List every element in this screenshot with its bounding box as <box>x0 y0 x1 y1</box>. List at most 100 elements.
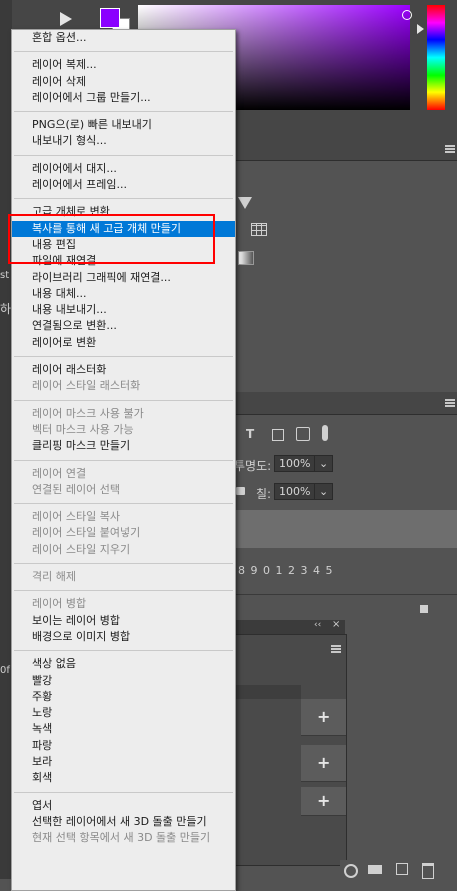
shape-filter-icon[interactable] <box>272 429 284 441</box>
menu-item[interactable]: 레이어에서 프레임... <box>12 177 235 193</box>
menu-item[interactable]: 색상 없음 <box>12 656 235 672</box>
folder-icon[interactable] <box>368 865 382 874</box>
menu-item[interactable]: 클리핑 마스크 만들기 <box>12 438 235 454</box>
filter-toggle-icon[interactable] <box>322 425 328 441</box>
panel-menu-icon[interactable] <box>445 399 455 407</box>
menu-separator <box>14 503 233 505</box>
opacity-label: 투명도: <box>234 459 272 473</box>
fill-dropdown[interactable]: ⌄ <box>314 483 334 500</box>
menu-item[interactable]: 내보내기 형식... <box>12 133 235 149</box>
collapse-icon[interactable]: ‹‹ <box>314 620 321 630</box>
hue-slider[interactable] <box>427 5 445 110</box>
layers-bottom-toolbar <box>340 860 457 879</box>
fill-label: 칠: <box>256 487 272 501</box>
gradient-icon[interactable] <box>238 251 254 265</box>
new-layer-icon[interactable] <box>396 863 408 875</box>
add-row[interactable]: + <box>301 699 346 736</box>
layers-panel-header <box>234 392 457 415</box>
layers-panel-filters: T 투명도: 100% ⌄ 칠: 100% ⌄ <box>234 415 457 515</box>
menu-item[interactable]: 레이어 삭제 <box>12 74 235 90</box>
menu-item[interactable]: 연결됨으로 변환... <box>12 318 235 334</box>
left-fragment-text: 0f <box>0 665 10 676</box>
text-filter-icon[interactable]: T <box>246 427 254 441</box>
panel-menu-icon[interactable] <box>331 645 341 653</box>
menu-item[interactable]: 보라 <box>12 754 235 770</box>
highlight-annotation <box>8 214 215 264</box>
menu-item[interactable]: 레이어에서 대지... <box>12 161 235 177</box>
menu-separator <box>14 198 233 200</box>
layer-row[interactable]: 8 9 0 1 2 3 4 5 <box>234 548 457 594</box>
close-icon[interactable]: × <box>332 619 340 630</box>
plus-icon[interactable]: + <box>317 791 330 810</box>
panel-menu-icon[interactable] <box>445 145 455 153</box>
menu-item[interactable]: 내용 대체... <box>12 286 235 302</box>
menu-separator <box>14 791 233 793</box>
menu-separator <box>14 154 233 156</box>
menu-separator <box>14 650 233 652</box>
opacity-dropdown[interactable]: ⌄ <box>314 455 334 472</box>
menu-item[interactable]: 녹색 <box>12 721 235 737</box>
menu-separator <box>14 590 233 592</box>
menu-separator <box>14 399 233 401</box>
triangle-icon[interactable] <box>238 197 252 209</box>
menu-item[interactable]: 선택한 레이어에서 새 3D 돌출 만들기 <box>12 814 235 830</box>
opacity-input[interactable]: 100% <box>274 455 316 472</box>
menu-item[interactable]: 회색 <box>12 770 235 786</box>
menu-item: 벡터 마스크 사용 가능 <box>32 422 134 436</box>
menu-item[interactable]: 레이어로 변환 <box>12 335 235 351</box>
menu-item: 레이어 마스크 사용 불가 <box>32 406 144 420</box>
menu-item: 레이어 스타일 복사 <box>32 510 120 524</box>
panel-column-header <box>235 685 301 699</box>
menu-item[interactable]: PNG으(로) 빠른 내보내기 <box>12 117 235 133</box>
trash-icon[interactable] <box>422 863 434 879</box>
menu-item[interactable]: 파랑 <box>12 738 235 754</box>
add-row[interactable]: + <box>301 745 346 782</box>
play-icon[interactable] <box>60 12 72 26</box>
menu-item[interactable]: 레이어에서 그룹 만들기... <box>12 90 235 106</box>
menu-item[interactable]: 엽서 <box>12 798 235 814</box>
menu-item[interactable]: 내용 내보내기... <box>12 302 235 318</box>
foreground-color-swatch[interactable] <box>100 8 120 28</box>
plus-icon[interactable]: + <box>317 707 330 726</box>
adjustment-layer-icon[interactable] <box>344 864 358 878</box>
menu-separator <box>14 356 233 358</box>
menu-item[interactable]: 배경으로 이미지 병합 <box>12 629 235 645</box>
color-picker-cursor[interactable] <box>402 10 412 20</box>
plus-icon[interactable]: + <box>317 753 330 772</box>
properties-panel-header <box>234 138 457 161</box>
menu-item[interactable]: 혼합 옵션... <box>12 30 235 46</box>
menu-item: 레이어 연결 <box>32 466 87 480</box>
menu-separator <box>14 111 233 113</box>
left-fragment-text: st <box>0 270 10 281</box>
grid-icon[interactable] <box>251 223 267 236</box>
menu-item: 현재 선택 항목에서 새 3D 돌출 만들기 <box>32 831 211 845</box>
add-row[interactable]: + <box>301 787 346 816</box>
menu-separator <box>14 459 233 461</box>
menu-item: 레이어 병합 <box>32 597 87 611</box>
menu-item[interactable]: 레이어 복제... <box>12 57 235 73</box>
smart-object-filter-icon[interactable] <box>296 427 310 441</box>
menu-separator <box>14 51 233 53</box>
menu-item: 연결된 레이어 선택 <box>32 482 120 496</box>
left-fragment-text: 하 <box>0 302 12 316</box>
menu-item: 격리 해제 <box>32 570 76 584</box>
hue-slider-handle[interactable] <box>417 24 424 34</box>
layer-context-menu: 혼합 옵션... 레이어 복제... 레이어 삭제 레이어에서 그룹 만들기... PN… <box>11 29 236 891</box>
properties-panel-body <box>234 161 457 383</box>
floating-panel-body: + + + <box>234 634 347 866</box>
menu-item[interactable]: 주황 <box>12 689 235 705</box>
fill-input[interactable]: 100% <box>274 483 316 500</box>
menu-item[interactable]: 레이어 래스터화 <box>12 362 235 378</box>
lock-icon[interactable] <box>236 487 245 495</box>
menu-item[interactable]: 보이는 레이어 병합 <box>12 613 235 629</box>
menu-item[interactable]: 노랑 <box>12 705 235 721</box>
layer-row-text: 8 9 0 1 2 3 4 5 <box>238 564 334 577</box>
menu-item: 레이어 스타일 래스터화 <box>32 379 141 393</box>
menu-item[interactable]: 빨강 <box>12 673 235 689</box>
layer-row-selected[interactable] <box>234 510 457 548</box>
floating-panel-titlebar[interactable]: ‹‹ × <box>234 619 345 634</box>
menu-separator <box>14 563 233 565</box>
menu-item[interactable]: 라이브러리 그래픽에 재연결... <box>12 270 235 286</box>
menu-item: 레이어 스타일 지우기 <box>32 542 131 556</box>
lock-icon <box>420 605 428 613</box>
